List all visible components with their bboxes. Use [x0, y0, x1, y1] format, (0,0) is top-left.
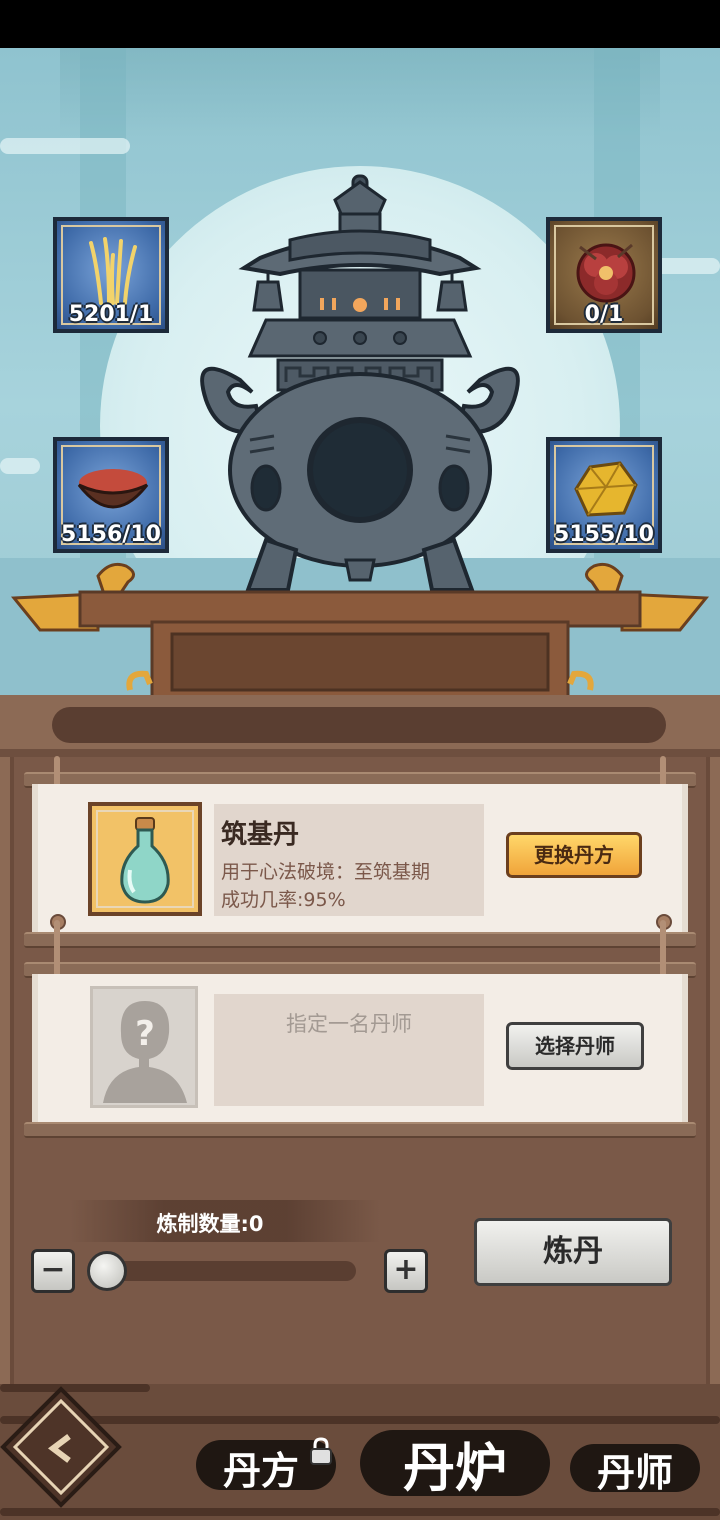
quantity-slider-track[interactable] [92, 1261, 356, 1281]
quantity-label: 炼制数量:0 [156, 1212, 264, 1236]
red-powder-icon [77, 469, 149, 509]
refine-button[interactable]: 炼丹 [474, 1218, 672, 1286]
scroll-rod [24, 1122, 696, 1138]
ingredient-count: 5201/1 [68, 302, 154, 327]
increase-button[interactable]: + [384, 1249, 428, 1293]
panel-title-bar [52, 707, 666, 743]
alchemy-furnace[interactable] [170, 170, 550, 600]
ingredient-count: 5155/10 [554, 522, 654, 547]
golden-grass-icon [89, 237, 137, 305]
ingredient-slot-golden-grass[interactable]: 5201/1 [53, 217, 169, 333]
back-arrow-icon [48, 1434, 71, 1463]
master-hint: 指定一名丹师 [286, 1012, 412, 1036]
change-recipe-button[interactable]: 更换丹方 [506, 832, 642, 878]
ingredient-slot-yellow-crystal[interactable]: 5155/10 [546, 437, 662, 553]
select-master-button[interactable]: 选择丹师 [506, 1022, 644, 1070]
decrease-button[interactable]: − [31, 1249, 75, 1293]
ingredient-slot-red-powder[interactable]: 5156/10 [53, 437, 169, 553]
quantity-slider-knob[interactable] [87, 1251, 127, 1291]
nav-stripe [0, 1384, 150, 1392]
alchemy-screen: 5201/1 0/1 5156/10 5155/10 筑基丹 用于心法破境：至筑… [0, 0, 720, 1520]
recipe-description: 用于心法破境：至筑基期 [221, 861, 431, 883]
recipe-success-rate: 成功几率:95% [221, 889, 346, 911]
status-bar [0, 0, 720, 48]
nav-stripe [0, 1508, 720, 1516]
master-scroll: ? 指定一名丹师 选择丹师 [32, 974, 688, 1122]
recipe-pill-slot[interactable] [88, 802, 202, 916]
nav-stripe [0, 1416, 720, 1424]
panel-band [0, 749, 720, 757]
lock-icon [310, 1437, 332, 1465]
elixir-bottle-icon [120, 817, 170, 904]
cloud [0, 138, 130, 154]
red-flower-icon [576, 243, 636, 303]
unknown-person-icon: ? [103, 1001, 187, 1103]
tab-masters[interactable]: 丹师 [580, 1442, 690, 1497]
svg-text:?: ? [135, 1014, 155, 1054]
furnace-stand [10, 562, 710, 700]
cloud [0, 458, 40, 474]
ingredient-slot-red-flower[interactable]: 0/1 [546, 217, 662, 333]
ingredient-count: 0/1 [584, 302, 624, 327]
ingredient-count: 5156/10 [61, 522, 161, 547]
scroll-rod [24, 932, 696, 948]
tab-furnace[interactable]: 丹炉 [380, 1426, 530, 1501]
temple-roof [60, 48, 660, 138]
master-avatar-placeholder[interactable]: ? [90, 986, 198, 1108]
tab-recipes[interactable]: 丹方 [206, 1440, 316, 1495]
yellow-crystal-icon [574, 461, 638, 517]
recipe-scroll: 筑基丹 用于心法破境：至筑基期 成功几率:95% 更换丹方 [32, 784, 688, 932]
recipe-name: 筑基丹 [221, 820, 300, 850]
